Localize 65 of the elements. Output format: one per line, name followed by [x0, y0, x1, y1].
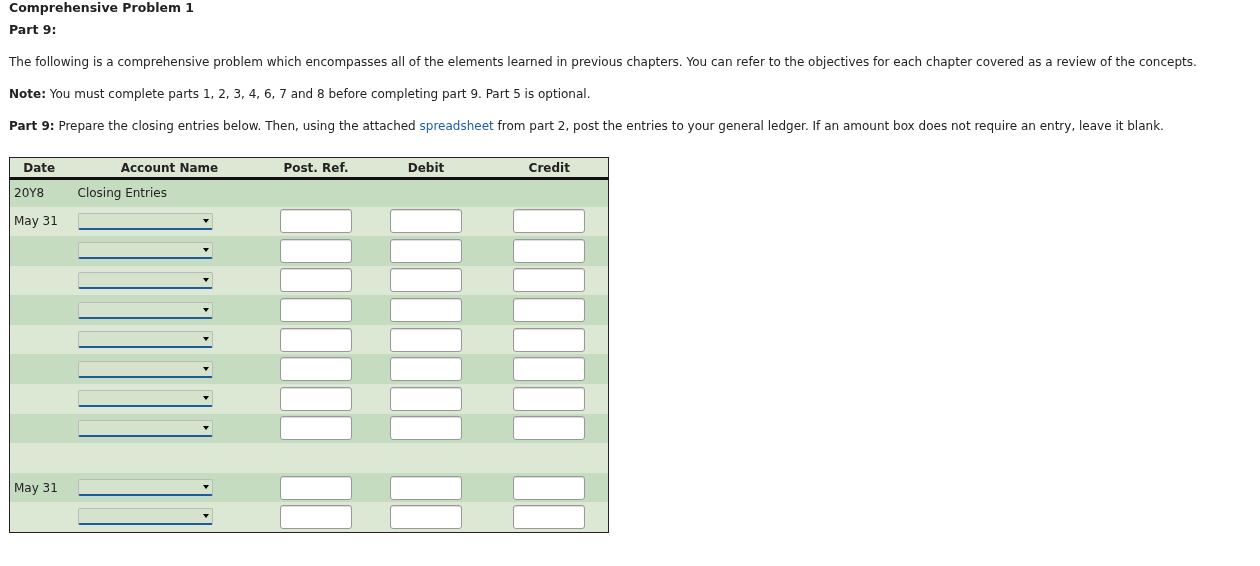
- part-heading: Part 9:: [9, 23, 58, 37]
- credit-field[interactable]: [513, 475, 586, 500]
- account-dropdown[interactable]: [77, 212, 213, 230]
- account-dropdown[interactable]: [77, 301, 213, 319]
- caret-icon: [202, 248, 209, 253]
- column-header: Date: [23, 160, 56, 175]
- account-dropdown[interactable]: [77, 508, 213, 526]
- entry-date: May 31: [14, 480, 58, 495]
- spreadsheet-link[interactable]: spreadsheet: [419, 119, 494, 133]
- debit-field[interactable]: [390, 298, 462, 323]
- intro-text: The following is a comprehensive problem which encompasses all of the elements learned in previous chapters. You can refer to the objectives for each chapter covered as a review of the concepts.: [9, 55, 1198, 69]
- column-header: Credit: [528, 160, 570, 175]
- column-header: Post. Ref.: [283, 160, 349, 175]
- post-ref-field[interactable]: [280, 268, 352, 293]
- post-ref-field[interactable]: [280, 505, 352, 529]
- caret-icon: [202, 337, 209, 342]
- debit-field[interactable]: [390, 416, 462, 441]
- post-ref-field[interactable]: [280, 298, 352, 323]
- post-ref-field[interactable]: [280, 475, 352, 500]
- post-ref-field[interactable]: [280, 238, 352, 263]
- account-dropdown[interactable]: [77, 479, 213, 497]
- post-ref-field[interactable]: [280, 209, 352, 234]
- credit-field[interactable]: [513, 416, 586, 441]
- post-ref-field[interactable]: [280, 327, 352, 352]
- caret-icon: [202, 307, 209, 312]
- account-dropdown[interactable]: [77, 331, 213, 349]
- caret-icon: [202, 425, 209, 430]
- credit-field[interactable]: [513, 386, 586, 411]
- column-header: Debit: [407, 160, 445, 175]
- account-dropdown[interactable]: [77, 272, 213, 289]
- credit-field[interactable]: [513, 327, 586, 352]
- entry-date: May 31: [14, 214, 58, 229]
- caret-icon: [202, 396, 209, 401]
- section-label: Closing Entries: [77, 186, 167, 201]
- account-dropdown[interactable]: [77, 419, 213, 437]
- credit-field[interactable]: [513, 298, 586, 323]
- credit-field[interactable]: [513, 357, 586, 382]
- account-dropdown[interactable]: [77, 360, 213, 378]
- debit-field[interactable]: [390, 327, 462, 352]
- post-ref-field[interactable]: [280, 416, 352, 441]
- post-ref-field[interactable]: [280, 386, 352, 411]
- credit-field[interactable]: [513, 238, 586, 263]
- instruction-text: Part 9: Prepare the closing entries below. Then, using the attached spreadsheet from part 2, post the entries to your general ledger. If an amount box does not require an entry, leave it blank.: [9, 119, 1165, 133]
- caret-icon: [202, 366, 209, 371]
- entry-date: 20Y8: [14, 186, 45, 201]
- note-text: Note: You must complete parts 1, 2, 3, 4, 6, 7 and 8 before completing part 9. Part 5 is optional.: [9, 87, 592, 101]
- post-ref-field[interactable]: [280, 357, 352, 382]
- account-dropdown[interactable]: [77, 390, 213, 408]
- debit-field[interactable]: [390, 238, 462, 263]
- problem-title: Comprehensive Problem 1: [9, 1, 196, 15]
- debit-field[interactable]: [390, 475, 462, 500]
- account-dropdown[interactable]: [77, 242, 213, 260]
- caret-icon: [202, 514, 209, 519]
- credit-field[interactable]: [513, 209, 586, 234]
- debit-field[interactable]: [390, 268, 462, 293]
- caret-icon: [202, 278, 209, 282]
- debit-field[interactable]: [390, 209, 462, 234]
- caret-icon: [202, 485, 209, 490]
- debit-field[interactable]: [390, 357, 462, 382]
- credit-field[interactable]: [513, 505, 586, 529]
- caret-icon: [202, 218, 209, 223]
- debit-field[interactable]: [390, 386, 462, 411]
- credit-field[interactable]: [513, 268, 586, 293]
- column-header: Account Name: [120, 160, 219, 175]
- debit-field[interactable]: [390, 505, 462, 529]
